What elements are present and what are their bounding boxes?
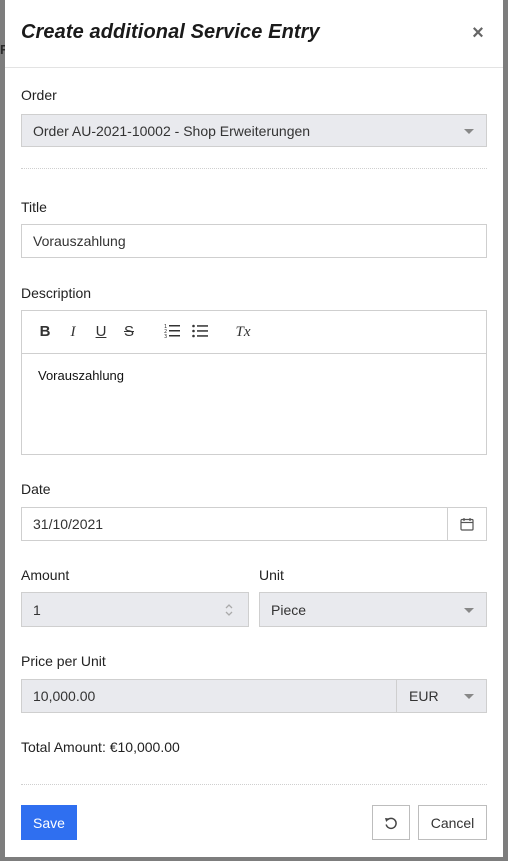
modal-title: Create additional Service Entry	[21, 21, 320, 43]
calendar-icon	[460, 518, 474, 531]
order-label: Order	[21, 87, 57, 103]
clear-format-icon: Tx	[235, 324, 251, 340]
reset-button[interactable]	[372, 805, 410, 840]
underline-button[interactable]: U	[94, 323, 108, 341]
clear-format-button[interactable]: Tx	[234, 323, 252, 341]
divider	[21, 168, 487, 169]
price-label: Price per Unit	[21, 653, 106, 669]
order-select[interactable]: Order AU-2021-10002 - Shop Erweiterungen	[21, 114, 487, 147]
strikethrough-button[interactable]: S	[122, 323, 136, 341]
bullet-list-icon	[192, 324, 208, 338]
close-button[interactable]: ×	[469, 22, 487, 44]
description-label: Description	[21, 285, 92, 301]
ordered-list-icon: 1 2 3	[164, 324, 180, 339]
date-input[interactable]: 31/10/2021	[21, 507, 487, 541]
calendar-button[interactable]	[447, 508, 486, 540]
date-input-value: 31/10/2021	[33, 516, 104, 532]
italic-button[interactable]: I	[66, 323, 80, 341]
bullet-list-button[interactable]	[192, 323, 208, 341]
amount-input[interactable]: 1	[21, 592, 249, 627]
unit-select-value: Piece	[271, 601, 307, 618]
undo-icon	[385, 817, 397, 829]
ordered-list-button[interactable]: 1 2 3	[164, 323, 180, 341]
price-input-value: 10,000.00	[33, 688, 96, 704]
description-editor: B I U S 1 2 3 Tx Vorauszahlung	[21, 310, 487, 455]
spinner-icon	[225, 603, 233, 616]
date-label: Date	[21, 481, 51, 497]
bold-button[interactable]: B	[38, 323, 52, 341]
unit-select[interactable]: Piece	[259, 592, 487, 627]
divider	[21, 784, 487, 785]
order-select-value: Order AU-2021-10002 - Shop Erweiterungen	[33, 122, 311, 139]
modal-header: Create additional Service Entry ×	[5, 0, 503, 68]
editor-toolbar: B I U S 1 2 3 Tx	[22, 311, 486, 354]
save-button[interactable]: Save	[21, 805, 77, 840]
title-input[interactable]: Vorauszahlung	[21, 224, 487, 258]
cancel-button[interactable]: Cancel	[418, 805, 487, 840]
currency-select[interactable]: EUR	[397, 679, 487, 713]
unit-label: Unit	[259, 567, 284, 583]
title-input-value: Vorauszahlung	[33, 233, 126, 249]
svg-text:3: 3	[164, 334, 167, 339]
editor-text: Vorauszahlung	[38, 368, 125, 383]
background-bottom	[0, 857, 508, 861]
editor-content[interactable]: Vorauszahlung	[22, 354, 486, 397]
service-entry-modal: Create additional Service Entry × Order …	[5, 0, 503, 857]
chevron-down-icon	[464, 607, 474, 613]
title-label: Title	[21, 199, 47, 215]
chevron-down-icon	[464, 694, 474, 699]
amount-input-value: 1	[33, 601, 41, 618]
currency-select-value: EUR	[409, 688, 439, 704]
amount-label: Amount	[21, 567, 70, 583]
chevron-down-icon	[464, 128, 474, 134]
price-input[interactable]: 10,000.00	[21, 679, 397, 713]
total-amount: Total Amount: €10,000.00	[21, 739, 180, 755]
